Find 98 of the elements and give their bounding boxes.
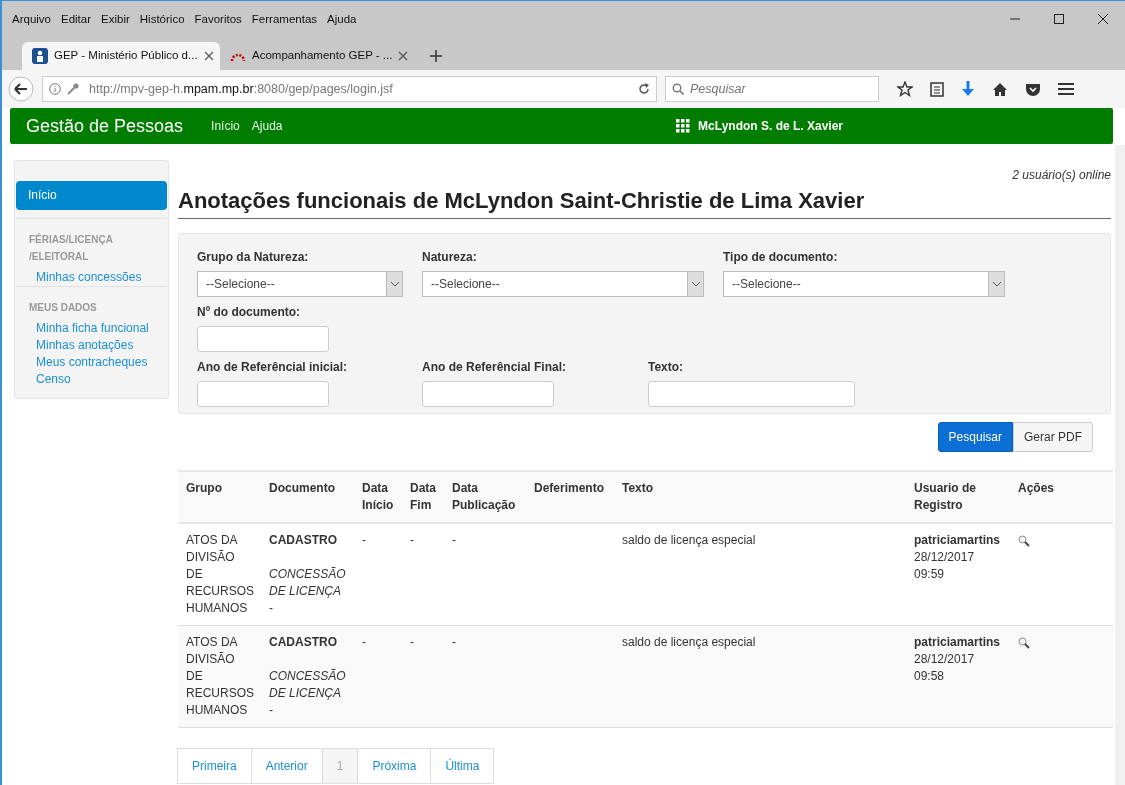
search-button[interactable]: Pesquisar [937, 422, 1013, 453]
new-tab-icon[interactable] [430, 50, 442, 62]
menu-icon[interactable] [1058, 82, 1074, 96]
table-cell: - [444, 625, 526, 728]
sidebar-link[interactable]: Meus contracheques [16, 354, 167, 371]
field-label: Natureza: [422, 249, 478, 267]
online-count: 2 usuário(s) online [1011, 167, 1111, 184]
page-link[interactable]: Última [430, 748, 495, 785]
record-date: 28/12/2017 [914, 549, 976, 567]
search-icon[interactable] [1018, 535, 1030, 548]
column-header: Deferimento [526, 471, 614, 524]
table-cell: - [444, 523, 526, 626]
maximize-icon[interactable] [1054, 14, 1064, 24]
table-cell: saldo de licença especial [614, 523, 906, 626]
star-icon[interactable] [897, 81, 913, 97]
document-type: CADASTRO [269, 532, 338, 550]
input-field[interactable] [648, 381, 855, 408]
sidebar-link[interactable]: Minha ficha funcional [16, 320, 167, 337]
table-cell: - [354, 523, 402, 626]
pdf-button[interactable]: Gerar PDF [1013, 422, 1093, 453]
caret-icon [992, 281, 1001, 287]
user-name[interactable]: McLyndon S. de L. Xavier [698, 117, 843, 135]
document-number: - [269, 702, 274, 720]
menu-item[interactable]: Favoritos [194, 11, 242, 38]
key-icon [67, 83, 79, 95]
column-header: Ações [1010, 471, 1113, 524]
home-icon[interactable] [992, 81, 1008, 97]
table-cell: saldo de licença especial [614, 625, 906, 728]
field-label: Texto: [648, 359, 685, 377]
nav-link[interactable]: Início [211, 117, 240, 135]
sidebar-link[interactable]: Minhas anotações [16, 337, 167, 354]
table-cell: - [354, 625, 402, 728]
person-icon [32, 48, 48, 64]
page-link[interactable]: Anterior [250, 748, 323, 785]
page-link[interactable]: Próxima [357, 748, 432, 785]
field-label: Ano de Referêncial Final: [422, 359, 568, 377]
select-field[interactable]: --Selecione-- [723, 271, 1005, 298]
field-label: Nº do documento: [197, 304, 302, 322]
close-icon[interactable] [203, 51, 214, 61]
address-bar[interactable]: http://mpv-gep-h.mpam.mp.br:8080/gep/pages/login.jsf [42, 76, 657, 102]
column-header: Texto [614, 471, 906, 524]
back-icon[interactable] [8, 76, 34, 102]
input-field[interactable] [197, 381, 329, 408]
menu-item[interactable]: Exibir [101, 11, 130, 38]
close-icon[interactable] [398, 51, 409, 61]
field-label: Grupo da Natureza: [197, 249, 310, 267]
input-field[interactable] [422, 381, 554, 408]
column-header: Data Fim [402, 471, 444, 524]
menu-item[interactable]: Ajuda [327, 11, 357, 38]
column-header: Documento [261, 471, 354, 524]
caret-icon [390, 281, 399, 287]
sidebar-link[interactable]: Minhas concessões [16, 269, 167, 286]
sidebar-link[interactable]: Início [16, 181, 167, 210]
document-type: CADASTRO [269, 634, 338, 652]
search-field[interactable]: Pesquisar [665, 76, 879, 102]
record-time: 09:58 [914, 668, 946, 686]
pocket-icon[interactable] [1025, 81, 1041, 97]
section-heading: MEUS DADOS [16, 286, 167, 320]
document-nature: CONCESSÃO DE LICENÇA [269, 566, 346, 601]
section-heading: FÉRIAS/LICENÇA /ELEITORAL [16, 218, 167, 269]
download-icon[interactable] [961, 81, 975, 97]
menu-item[interactable]: Histórico [139, 11, 185, 38]
column-header: Data Início [354, 471, 402, 524]
nav-link[interactable]: Ajuda [251, 117, 283, 135]
menu-item[interactable]: Arquivo [12, 11, 51, 38]
field-label: Tipo de documento: [723, 249, 839, 267]
caret-icon [691, 281, 700, 287]
sidebar-link[interactable]: Censo [16, 371, 167, 388]
menu-item[interactable]: Editar [61, 11, 92, 38]
select-field[interactable]: --Selecione-- [197, 271, 403, 298]
table-cell: ATOS DA DIVISÃO DE RECURSOS HUMANOS [178, 523, 261, 626]
table-cell: - [402, 625, 444, 728]
app-brand[interactable]: Gestão de Pessoas [26, 112, 184, 140]
table-cell: ATOS DA DIVISÃO DE RECURSOS HUMANOS [178, 625, 261, 728]
info-icon [49, 83, 61, 95]
column-header: Usuario de Registro [906, 471, 1010, 524]
search-icon[interactable] [1018, 637, 1030, 650]
column-header: Data Publicação [444, 471, 526, 524]
page-title: Anotações funcionais de McLyndon Saint-Christie de Lima Xavier [178, 188, 1111, 220]
record-date: 28/12/2017 [914, 651, 976, 669]
page-link[interactable]: Primeira [177, 748, 252, 785]
close-icon[interactable] [1098, 14, 1108, 24]
document-nature: CONCESSÃO DE LICENÇA [269, 668, 346, 703]
clipboard-icon[interactable] [930, 81, 944, 97]
record-time: 09:59 [914, 566, 946, 584]
table-cell: - [402, 523, 444, 626]
input-field[interactable] [197, 326, 329, 353]
browser-tab[interactable]: Acompanhamento GEP - ... [220, 42, 418, 70]
user-name: patriciamartins [914, 634, 1002, 652]
browser-tab[interactable]: GEP - Ministério Público d... [22, 42, 220, 70]
field-label: Ano de Referêncial inicial: [197, 359, 349, 377]
column-header: Grupo [178, 471, 261, 524]
reload-icon[interactable] [638, 83, 650, 95]
grid-icon[interactable] [676, 119, 691, 133]
document-number: - [269, 600, 274, 618]
menu-item[interactable]: Ferramentas [251, 11, 318, 38]
select-field[interactable]: --Selecione-- [422, 271, 704, 298]
user-name: patriciamartins [914, 532, 1002, 550]
